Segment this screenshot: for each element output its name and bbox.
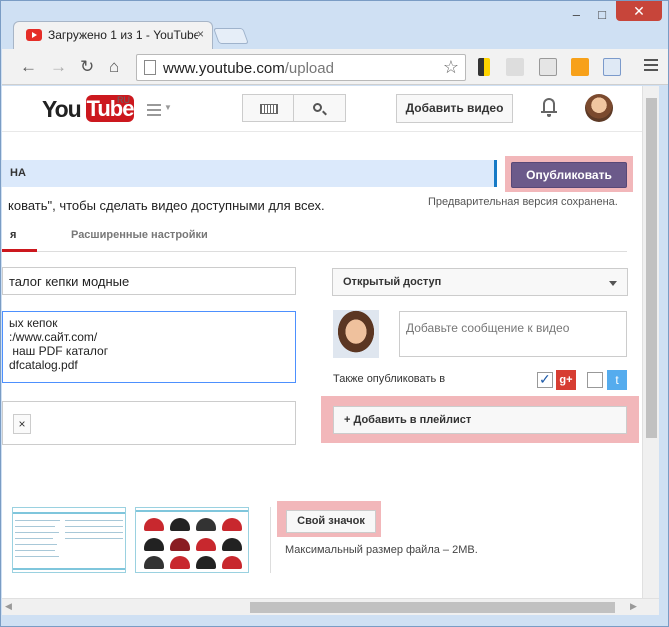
notifications-bell-icon[interactable] — [541, 96, 557, 117]
scroll-left-icon[interactable]: ◀ — [5, 601, 12, 612]
extension-icon[interactable] — [603, 58, 621, 76]
publish-button[interactable]: Опубликовать — [511, 162, 627, 188]
browser-menu-icon[interactable] — [644, 59, 658, 74]
description-textarea[interactable]: ых кепок :/www.сайт.com/ наш PDF каталог… — [2, 311, 296, 383]
page-content: You Tube RU ▼ Добавить видео НА Опублико… — [2, 86, 642, 598]
youtube-header: You Tube RU ▼ Добавить видео — [2, 86, 642, 132]
custom-thumbnail-button[interactable]: Свой значок — [286, 510, 376, 533]
privacy-select[interactable]: Открытый доступ — [332, 268, 628, 296]
cap-image — [196, 556, 216, 569]
cap-image — [144, 518, 164, 531]
settings-tabs: я Расширенные настройки — [2, 226, 627, 252]
horizontal-scroll-thumb[interactable] — [250, 602, 615, 613]
tab-close-icon[interactable]: × — [197, 27, 204, 41]
logo-region: RU — [117, 95, 130, 105]
dropdown-arrow-icon — [609, 281, 617, 286]
cap-image — [222, 556, 242, 569]
tag-remove-icon[interactable]: × — [13, 414, 31, 434]
cap-image — [170, 538, 190, 551]
draft-saved-text: Предварительная версия сохранена. — [428, 196, 618, 208]
address-bar[interactable]: www.youtube.com/upload ☆ — [136, 54, 466, 81]
cap-image — [196, 538, 216, 551]
browser-tab[interactable]: Загружено 1 из 1 - YouTube × — [13, 21, 213, 49]
keyboard-icon — [260, 104, 278, 114]
max-size-note: Максимальный размер файла – 2MB. — [285, 544, 478, 556]
bookmark-star-icon[interactable]: ☆ — [443, 57, 459, 78]
publish-hint: ковать", чтобы сделать видео доступными … — [8, 198, 325, 213]
logo[interactable]: You — [42, 96, 82, 123]
thumbnail-option-1[interactable] — [12, 507, 126, 573]
extension-icon[interactable] — [539, 58, 557, 76]
gplus-icon: g+ — [556, 370, 576, 390]
close-window-button[interactable]: ✕ — [616, 1, 662, 21]
back-icon[interactable]: ← — [20, 57, 37, 77]
avatar[interactable] — [585, 94, 613, 122]
keyboard-button[interactable] — [242, 94, 294, 122]
tab-advanced[interactable]: Расширенные настройки — [71, 229, 208, 241]
description-value: ых кепок :/www.сайт.com/ наш PDF каталог… — [9, 316, 109, 372]
cap-image — [222, 538, 242, 551]
privacy-value: Открытый доступ — [343, 276, 442, 288]
tab-basic-label: я — [10, 229, 17, 241]
maximize-button[interactable]: □ — [598, 7, 606, 22]
tab-title: Загружено 1 из 1 - YouTube — [48, 28, 198, 42]
cap-image — [144, 538, 164, 551]
title-bar: Загружено 1 из 1 - YouTube × – □ ✕ — [1, 1, 668, 49]
share-message-input[interactable]: Добавьте сообщение к видео — [399, 311, 627, 357]
add-to-playlist-button[interactable]: + Добавить в плейлист — [333, 406, 627, 434]
url-text: www.youtube.com/upload — [163, 60, 334, 77]
cap-image — [196, 518, 216, 531]
horizontal-scrollbar[interactable]: ◀ ▶ — [2, 598, 659, 615]
vertical-scroll-thumb[interactable] — [646, 98, 657, 438]
reload-icon[interactable]: ↻ — [80, 57, 94, 77]
scroll-right-icon[interactable]: ▶ — [630, 601, 637, 612]
thumbnail-option-2[interactable] — [135, 507, 249, 573]
vertical-scrollbar[interactable] — [642, 86, 659, 598]
cap-image — [222, 518, 242, 531]
cap-image — [170, 518, 190, 531]
search-icon — [313, 103, 322, 112]
chevron-down-icon: ▼ — [164, 103, 172, 112]
extension-icon[interactable] — [478, 58, 490, 76]
also-publish-label: Также опубликовать в — [333, 373, 446, 385]
tab-basic[interactable]: я — [2, 226, 37, 252]
title-input[interactable]: талог кепки модные — [2, 267, 296, 295]
user-photo — [333, 310, 379, 358]
forward-icon[interactable]: → — [50, 57, 67, 77]
analytics-extension-icon[interactable] — [571, 58, 589, 76]
cap-image — [144, 556, 164, 569]
search-button[interactable] — [294, 94, 346, 122]
new-tab-button[interactable] — [213, 28, 249, 44]
tags-input[interactable]: × — [2, 401, 296, 445]
status-accent — [494, 160, 497, 187]
cap-image — [170, 556, 190, 569]
page-icon — [144, 60, 156, 75]
message-placeholder: Добавьте сообщение к видео — [406, 321, 570, 335]
home-icon[interactable]: ⌂ — [109, 57, 119, 77]
twitter-checkbox[interactable] — [587, 372, 603, 388]
youtube-favicon-icon — [26, 29, 42, 41]
browser-window: Загружено 1 из 1 - YouTube × – □ ✕ ← → ↻… — [0, 0, 669, 627]
divider — [270, 507, 271, 573]
title-value: талог кепки модные — [9, 274, 130, 289]
twitter-icon: t — [607, 370, 627, 390]
gplus-checkbox[interactable] — [537, 371, 553, 388]
status-text: НА — [10, 167, 26, 179]
upload-status-bar — [2, 160, 497, 187]
upload-button[interactable]: Добавить видео — [396, 94, 513, 123]
minimize-button[interactable]: – — [573, 7, 580, 22]
extension-icon[interactable] — [506, 58, 524, 76]
browser-toolbar: ← → ↻ ⌂ www.youtube.com/upload ☆ — [2, 49, 668, 85]
guide-menu-icon[interactable] — [147, 104, 161, 119]
